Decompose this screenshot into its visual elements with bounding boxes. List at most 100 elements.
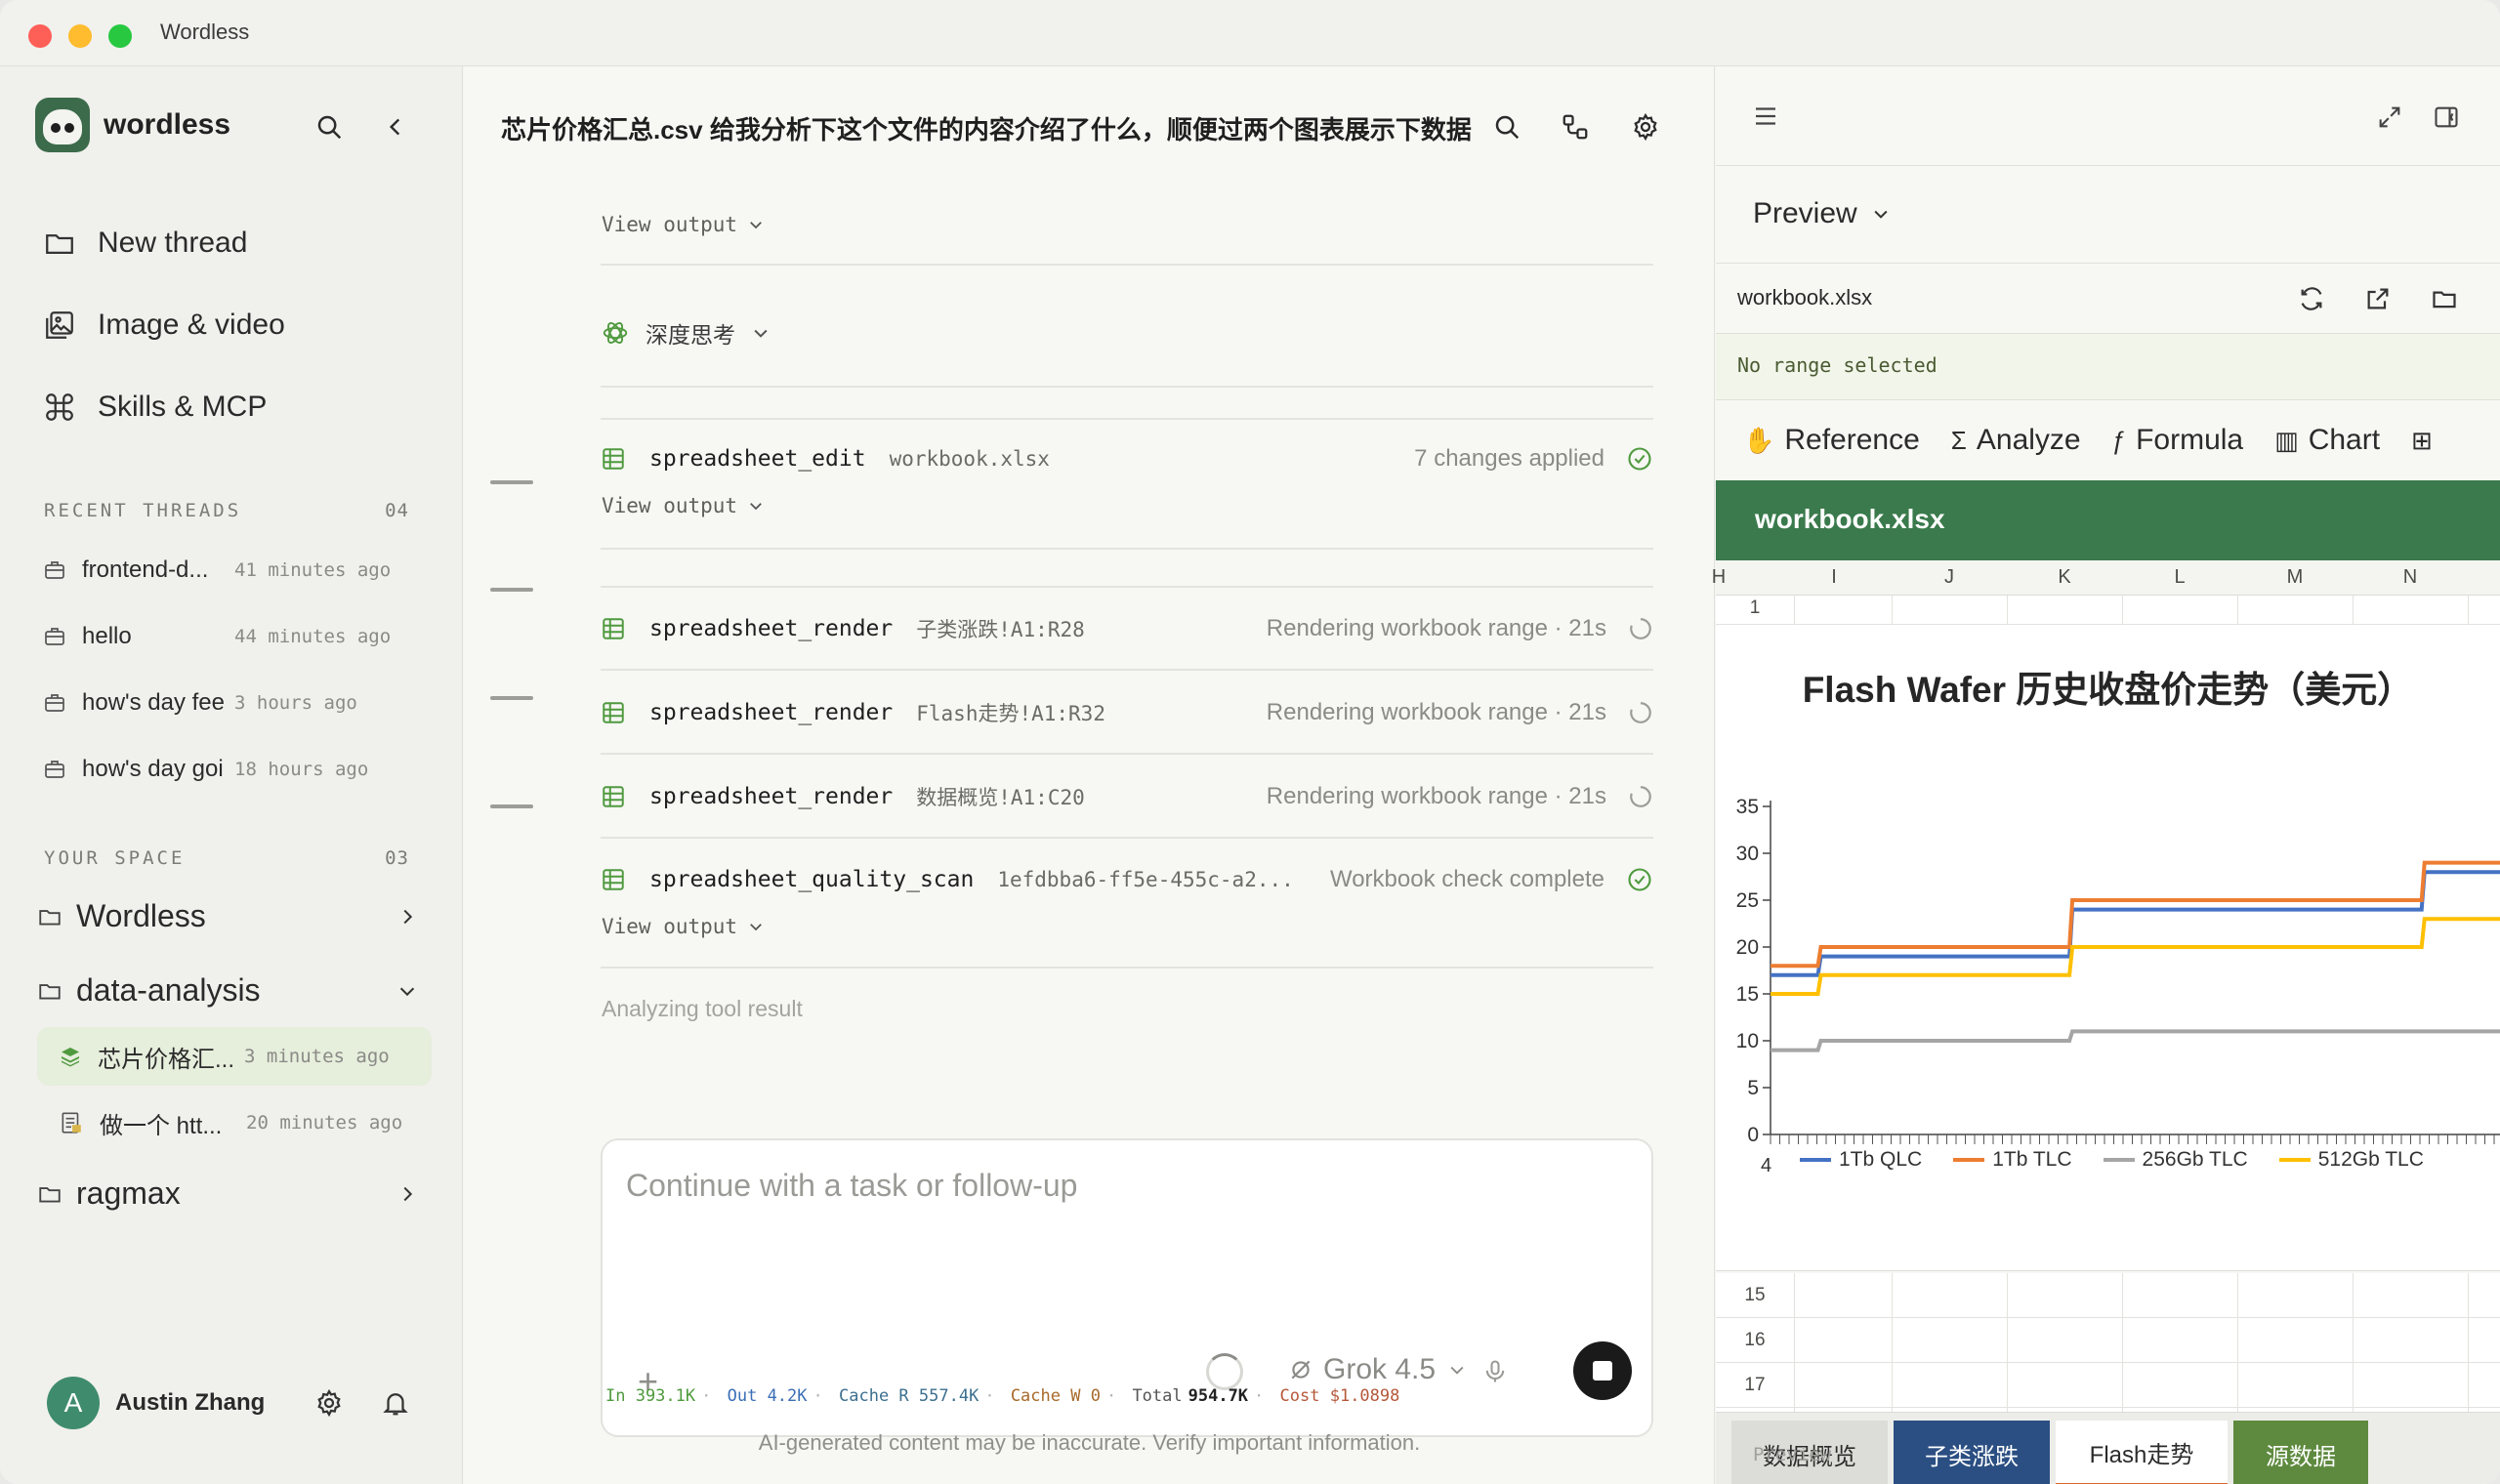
minimize-window-button[interactable] (68, 24, 92, 48)
search-icon[interactable] (1489, 109, 1524, 144)
tool-arg: 数据概览!A1:C20 (916, 786, 1085, 809)
table-icon[interactable]: ⊞ (2411, 426, 2442, 456)
menu-icon[interactable] (1751, 102, 1780, 131)
space-ragmax[interactable]: ragmax (37, 1175, 418, 1212)
tool-arg: 1efdbba6-ff5e-455c-a2... (997, 868, 1294, 891)
nav-image-video[interactable]: Image & video (43, 309, 285, 342)
sigma-icon: Σ (1950, 425, 1967, 455)
stop-generation-button[interactable] (1573, 1341, 1632, 1400)
view-output-label: View output (602, 915, 738, 938)
folder-icon (39, 909, 61, 926)
folder-icon (46, 234, 73, 255)
chart-button[interactable]: ▥ Chart (2274, 424, 2380, 457)
column-header[interactable]: K (2007, 566, 2122, 589)
open-folder-icon[interactable] (2431, 285, 2458, 312)
x-tick-label: 4 (1761, 1155, 1771, 1176)
space-name: Wordless (76, 898, 206, 933)
workbook-banner-title: workbook.xlsx (1755, 504, 1945, 534)
user-name: Austin Zhang (115, 1389, 266, 1416)
tool-name: spreadsheet_edit (649, 446, 866, 472)
zoom-window-button[interactable] (108, 24, 132, 48)
thread-time: 41 minutes ago (234, 559, 392, 581)
space-thread-item-active[interactable]: 芯片价格汇... 3 minutes ago (37, 1027, 432, 1086)
column-header[interactable]: I (1776, 566, 1892, 589)
space-thread-item[interactable]: 做一个 htt... 20 minutes ago (37, 1093, 432, 1152)
column-header[interactable]: M (2237, 566, 2353, 589)
workflow-icon[interactable] (1558, 109, 1593, 144)
thread-title: 芯片价格汇总.csv 给我分析下这个文件的内容介绍了什么，顺便过两个图表展示下数… (501, 115, 1472, 144)
user-profile[interactable]: A Austin Zhang (47, 1377, 265, 1429)
reference-button[interactable]: ✋ Reference (1743, 424, 1920, 457)
tool-call-row[interactable]: spreadsheet_quality_scan 1efdbba6-ff5e-4… (601, 860, 1653, 899)
image-icon (46, 311, 73, 339)
nav-label: Skills & MCP (98, 391, 268, 423)
microphone-icon[interactable] (1481, 1357, 1509, 1391)
composer-input[interactable]: Continue with a task or follow-up (626, 1168, 1077, 1204)
bell-icon[interactable] (379, 1386, 412, 1420)
thread-item[interactable]: hello 44 minutes ago (43, 617, 424, 656)
thread-item[interactable]: how's day goi... 18 hours ago (43, 750, 424, 789)
avatar: A (47, 1377, 100, 1429)
open-external-icon[interactable] (2364, 285, 2392, 312)
view-output-toggle[interactable]: View output (602, 494, 765, 517)
grok-icon (1291, 1360, 1311, 1380)
expand-icon[interactable] (2376, 103, 2403, 131)
search-icon[interactable] (312, 110, 346, 144)
toggle-panel-icon[interactable] (2433, 103, 2460, 131)
sheet-tab-active[interactable]: Flash走势 (2056, 1421, 2228, 1484)
refresh-icon[interactable] (2298, 285, 2325, 312)
brand[interactable]: wordless (35, 98, 230, 152)
loading-icon (1630, 786, 1651, 807)
thread-time: 3 hours ago (234, 692, 357, 714)
thread-item[interactable]: how's day feeli... 3 hours ago (43, 683, 424, 722)
briefcase-icon (45, 694, 64, 712)
formula-button[interactable]: ƒ Formula (2112, 424, 2244, 457)
divider (601, 669, 1653, 671)
view-output-label: View output (602, 494, 738, 517)
toolbar-label: Chart (2308, 424, 2381, 456)
space-data-analysis[interactable]: data-analysis (37, 972, 418, 1009)
column-header[interactable]: N (2353, 566, 2468, 589)
analyze-button[interactable]: Σ Analyze (1951, 424, 2081, 457)
column-header[interactable]: L (2122, 566, 2237, 589)
toolbar-label: Analyze (1976, 424, 2081, 456)
column-header[interactable]: H (1661, 566, 1776, 589)
legend-item: 512Gb TLC (2278, 1148, 2424, 1172)
space-wordless[interactable]: Wordless (37, 898, 418, 934)
preview-toolbar (1716, 66, 2500, 166)
thread-time: 20 minutes ago (246, 1112, 403, 1134)
tool-call-row[interactable]: spreadsheet_render 子类涨跌!A1:R28 Rendering… (601, 609, 1653, 648)
workbook-banner: workbook.xlsx (1716, 480, 2500, 560)
view-output-toggle[interactable]: View output (602, 213, 765, 236)
view-output-toggle[interactable]: View output (602, 915, 765, 938)
folder-icon (39, 1186, 61, 1203)
divider (601, 837, 1653, 839)
thread-name: 芯片价格汇... (98, 1046, 234, 1073)
grid-row: 15 (1716, 1273, 2500, 1318)
column-header[interactable]: J (1892, 566, 2007, 589)
sheet-tab[interactable]: 子类涨跌 (1894, 1421, 2050, 1484)
collapse-sidebar-icon[interactable] (379, 110, 412, 144)
model-selector[interactable]: Grok 4.5 (1288, 1353, 1467, 1386)
recent-threads-heading: RECENT THREADS (44, 500, 242, 521)
embedded-chart[interactable]: Flash Wafer 历史收盘价走势（美元） 0 5 10 15 20 25 30 35 4 … (1716, 625, 2500, 1271)
brand-name: wordless (104, 108, 231, 141)
sheet-tab[interactable]: 源数据 (2233, 1421, 2368, 1484)
preview-mode-dropdown[interactable]: Preview (1753, 197, 1891, 230)
folder-icon (39, 983, 61, 1000)
chart-icon: ▥ (2274, 425, 2299, 455)
your-space-count: 03 (385, 847, 409, 869)
tool-call-row[interactable]: spreadsheet_edit workbook.xlsx 7 changes… (601, 439, 1653, 478)
nav-skills-mcp[interactable]: Skills & MCP (43, 391, 267, 424)
deep-thinking-toggle[interactable]: 深度思考 (601, 316, 771, 350)
gear-icon[interactable] (312, 1386, 346, 1420)
tool-call-row[interactable]: spreadsheet_render Flash走势!A1:R32 Render… (601, 693, 1653, 732)
nav-new-thread[interactable]: New thread (43, 227, 247, 260)
thread-item[interactable]: frontend-d... 41 minutes ago (43, 551, 424, 590)
chevron-right-icon (403, 909, 413, 924)
tool-arg: 子类涨跌!A1:R28 (916, 618, 1085, 641)
gear-icon[interactable] (1628, 109, 1663, 144)
close-window-button[interactable] (28, 24, 52, 48)
chart-plot: 0 5 10 15 20 25 30 35 4 (1736, 796, 2500, 1176)
tool-call-row[interactable]: spreadsheet_render 数据概览!A1:C20 Rendering… (601, 777, 1653, 816)
